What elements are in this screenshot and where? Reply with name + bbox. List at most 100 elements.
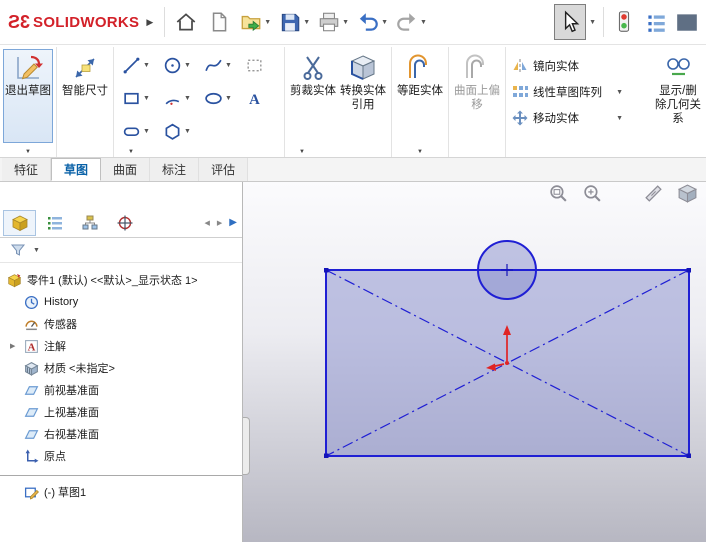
tree-item-history[interactable]: History bbox=[0, 291, 242, 313]
exit-sketch-button[interactable]: 退出草图 bbox=[3, 49, 53, 143]
exit-sketch-dropdown-icon[interactable]: ▼ bbox=[25, 149, 31, 155]
tree-item-annotations[interactable]: ▶ A 注解 bbox=[0, 335, 242, 357]
spline-tool-button[interactable]: ▼ bbox=[199, 49, 240, 82]
text-tool-button[interactable]: A bbox=[240, 82, 281, 115]
section-view-button[interactable] bbox=[643, 183, 664, 207]
slot-tool-button[interactable]: ▼ bbox=[117, 115, 158, 148]
filter-dropdown-icon[interactable]: ▼ bbox=[33, 247, 40, 254]
redo-dropdown-icon[interactable]: ▼ bbox=[420, 19, 427, 26]
tree-item-front-plane[interactable]: 前视基准面 bbox=[0, 379, 242, 401]
clipped-edge-button[interactable] bbox=[672, 4, 702, 40]
solidworks-logo[interactable]: 3S SOLIDWORKS ▶ bbox=[4, 12, 159, 33]
tab-features[interactable]: 特征 bbox=[2, 158, 52, 181]
configurationmanager-tab[interactable] bbox=[73, 210, 106, 236]
tab-markup[interactable]: 标注 bbox=[150, 158, 200, 181]
ellipse-dropdown-icon[interactable]: ▼ bbox=[225, 95, 232, 102]
tree-root-part[interactable]: 零件1 (默认) <<默认>_显示状态 1> bbox=[0, 269, 242, 291]
tree-item-sensors[interactable]: 传感器 bbox=[0, 313, 242, 335]
panel-tab-scroll: ◀ ▶ ▶ bbox=[203, 217, 239, 229]
select-tool-button[interactable] bbox=[554, 4, 587, 40]
panel-flyout-icon[interactable]: ▶ bbox=[229, 217, 237, 228]
line-tool-button[interactable]: ▼ bbox=[117, 49, 158, 82]
move-entities-button[interactable]: 移动实体 ▼ bbox=[509, 107, 625, 129]
surface-offset-button[interactable]: 曲面上偏移 bbox=[452, 49, 502, 143]
trim-convert-section: 剪裁实体 转换实体引用 ▼ bbox=[284, 47, 391, 157]
redo-button[interactable]: ▼ bbox=[392, 4, 430, 40]
zoom-fit-button[interactable] bbox=[548, 183, 569, 207]
vertex-point[interactable] bbox=[324, 453, 329, 459]
undo-button[interactable]: ▼ bbox=[353, 4, 391, 40]
offset-entities-button[interactable]: 等距实体 bbox=[395, 49, 445, 143]
linear-pattern-dropdown-icon[interactable]: ▼ bbox=[616, 89, 623, 96]
featuremanager-tab[interactable] bbox=[3, 209, 36, 236]
ellipse-tool-button[interactable]: ▼ bbox=[199, 82, 240, 115]
rectangle-dropdown-icon[interactable]: ▼ bbox=[143, 95, 150, 102]
tree-item-origin[interactable]: 原点 bbox=[0, 445, 242, 467]
polygon-tool-button[interactable]: ▼ bbox=[158, 115, 199, 148]
rectangle-tool-button[interactable]: ▼ bbox=[117, 82, 158, 115]
mirror-entities-button[interactable]: 镜向实体 bbox=[509, 55, 625, 77]
circle-dropdown-icon[interactable]: ▼ bbox=[184, 62, 191, 69]
slot-dropdown-icon[interactable]: ▼ bbox=[143, 128, 150, 135]
offset-dropdown-icon[interactable]: ▼ bbox=[417, 149, 423, 155]
construction-geometry-button[interactable] bbox=[240, 49, 281, 82]
solidworks-window: 3S SOLIDWORKS ▶ ▼ ▼ ▼ ▼ ▼ ▼ 退出草图 ▼ 智能尺寸 … bbox=[0, 0, 706, 542]
arc-tool-button[interactable]: ▼ bbox=[158, 82, 199, 115]
open-button[interactable]: ▼ bbox=[236, 4, 274, 40]
dimxpertmanager-tab[interactable] bbox=[108, 210, 141, 236]
trim-dropdown-icon[interactable]: ▼ bbox=[299, 149, 305, 155]
tree-split-divider[interactable] bbox=[0, 475, 242, 476]
circle-tool-button[interactable]: ▼ bbox=[158, 49, 199, 82]
line-dropdown-icon[interactable]: ▼ bbox=[143, 62, 150, 69]
tree-item-top-plane[interactable]: 上视基准面 bbox=[0, 401, 242, 423]
open-dropdown-icon[interactable]: ▼ bbox=[264, 19, 271, 26]
tab-sketch[interactable]: 草图 bbox=[51, 158, 102, 181]
stoplight-button[interactable] bbox=[608, 4, 640, 40]
tree-item-material[interactable]: 材质 <未指定> bbox=[0, 357, 242, 379]
move-entities-icon bbox=[512, 110, 528, 126]
home-button[interactable] bbox=[170, 4, 202, 40]
tab-surfaces[interactable]: 曲面 bbox=[101, 158, 151, 181]
zoom-area-button[interactable] bbox=[582, 183, 603, 207]
print-button[interactable]: ▼ bbox=[314, 4, 352, 40]
undo-dropdown-icon[interactable]: ▼ bbox=[381, 19, 388, 26]
sketch-entities-flyout-icon[interactable]: ▼ bbox=[128, 149, 134, 155]
new-document-button[interactable] bbox=[203, 4, 235, 40]
tab-evaluate[interactable]: 评估 bbox=[199, 158, 249, 181]
menu-flyout-icon[interactable]: ▶ bbox=[146, 17, 153, 28]
filter-button[interactable] bbox=[5, 240, 31, 260]
convert-entities-button[interactable]: 转换实体引用 bbox=[338, 49, 388, 143]
spline-dropdown-icon[interactable]: ▼ bbox=[225, 62, 232, 69]
vertex-point[interactable] bbox=[324, 268, 329, 273]
tree-item-right-plane[interactable]: 右视基准面 bbox=[0, 423, 242, 445]
vertex-point[interactable] bbox=[686, 453, 692, 459]
list-button[interactable] bbox=[640, 4, 672, 40]
history-icon bbox=[24, 295, 39, 309]
panel-tabs-scroll-right-icon[interactable]: ▶ bbox=[215, 217, 224, 229]
propertymanager-tab[interactable] bbox=[38, 210, 71, 236]
graphics-viewport[interactable] bbox=[243, 182, 706, 542]
smart-dimension-section: 智能尺寸 bbox=[56, 47, 113, 157]
linear-pattern-button[interactable]: 线性草图阵列 ▼ bbox=[509, 81, 625, 103]
arc-dropdown-icon[interactable]: ▼ bbox=[184, 95, 191, 102]
polygon-dropdown-icon[interactable]: ▼ bbox=[184, 128, 191, 135]
tree-item-sketch1[interactable]: (-) 草图1 bbox=[0, 481, 242, 503]
panel-collapse-handle[interactable] bbox=[243, 417, 250, 475]
expand-arrow-icon[interactable]: ▶ bbox=[10, 342, 19, 350]
sketch-canvas[interactable] bbox=[243, 182, 705, 542]
display-relations-label: 显示/删除几何关系 bbox=[655, 85, 701, 125]
display-relations-button[interactable]: 显示/删除几何关系 bbox=[653, 49, 703, 143]
view-orientation-button[interactable] bbox=[677, 183, 698, 207]
move-entities-dropdown-icon[interactable]: ▼ bbox=[616, 115, 623, 122]
print-dropdown-icon[interactable]: ▼ bbox=[342, 19, 349, 26]
trim-entities-button[interactable]: 剪裁实体 bbox=[288, 49, 338, 143]
save-button[interactable]: ▼ bbox=[275, 4, 313, 40]
commandmanager-ribbon: 退出草图 ▼ 智能尺寸 ▼ ▼ ▼ ▼ ▼ ▼ A ▼ ▼ ▼ 剪裁实体 转换实… bbox=[0, 45, 706, 158]
smart-dimension-button[interactable]: 智能尺寸 bbox=[60, 49, 110, 143]
panel-top-gap bbox=[0, 182, 242, 208]
vertex-point[interactable] bbox=[686, 268, 692, 273]
origin-point[interactable] bbox=[505, 361, 509, 365]
select-dropdown-icon[interactable]: ▼ bbox=[589, 19, 596, 26]
save-dropdown-icon[interactable]: ▼ bbox=[303, 19, 310, 26]
panel-tabs-scroll-left-icon[interactable]: ◀ bbox=[203, 217, 212, 229]
